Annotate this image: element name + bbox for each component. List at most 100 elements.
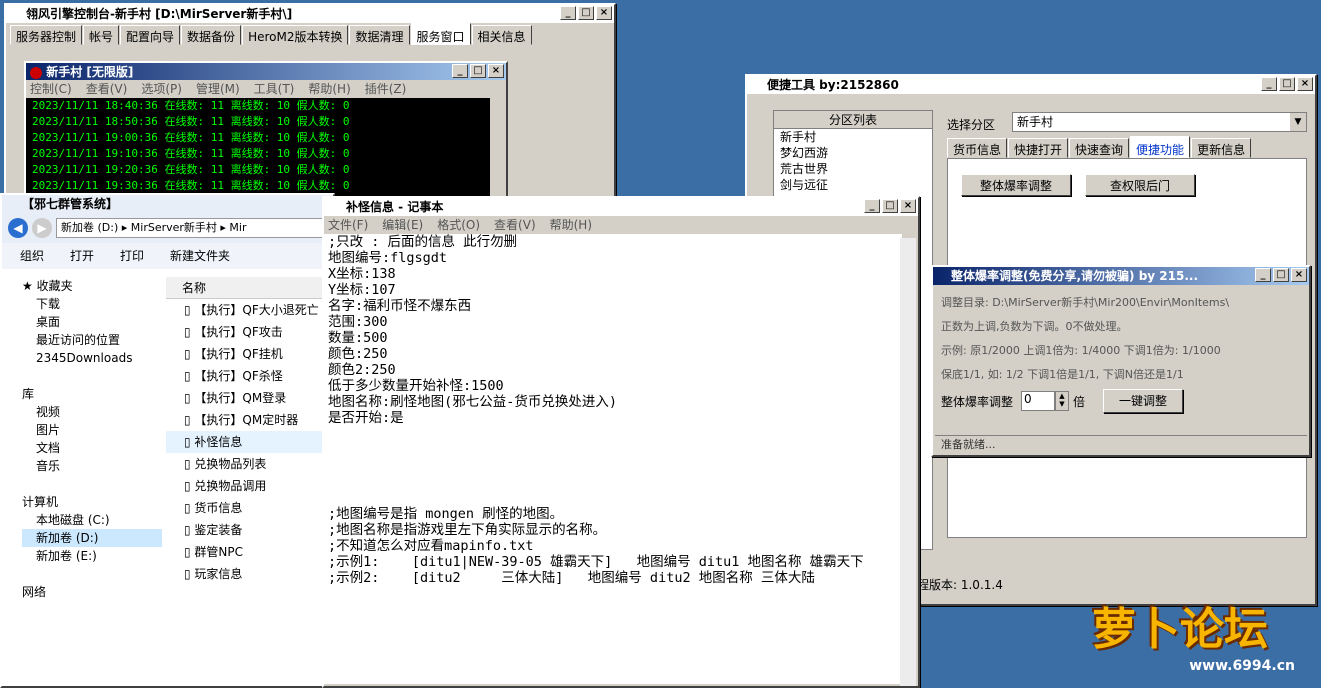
file-item[interactable]: ▯ 鉴定装备 bbox=[166, 519, 333, 541]
menu-item[interactable]: 管理(M) bbox=[196, 80, 240, 98]
nav-drive[interactable]: 新加卷 (E:) bbox=[22, 547, 162, 565]
menu-item[interactable]: 选项(P) bbox=[141, 80, 182, 98]
close-button[interactable]: × bbox=[1297, 77, 1313, 91]
nav-item[interactable]: 下载 bbox=[22, 295, 162, 313]
toolbar-item[interactable]: 打开 bbox=[70, 243, 94, 269]
menu-item[interactable]: 控制(C) bbox=[30, 80, 72, 98]
drop-input[interactable]: 0 bbox=[1021, 391, 1055, 411]
apply-button[interactable]: 一键调整 bbox=[1103, 389, 1183, 413]
menu-item[interactable]: 查看(V) bbox=[86, 80, 128, 98]
file-item[interactable]: ▯ 【执行】QF大小退死亡 bbox=[166, 299, 333, 321]
menu-item[interactable]: 帮助(H) bbox=[550, 216, 592, 234]
nav-item[interactable]: 文档 bbox=[22, 439, 162, 457]
console-tab[interactable]: 服务器控制 bbox=[10, 25, 83, 45]
inner-titlebar[interactable]: 新手村 [无限版] _ □ × bbox=[26, 63, 506, 80]
path-segment[interactable]: 新加卷 (D:) ▸ MirServer新手村 ▸ Mir bbox=[61, 221, 247, 234]
maximize-button[interactable]: □ bbox=[470, 64, 486, 78]
console-tab[interactable]: 数据清理 bbox=[349, 25, 410, 45]
toolbar-item[interactable]: 新建文件夹 bbox=[170, 243, 230, 269]
path-box[interactable]: 新加卷 (D:) ▸ MirServer新手村 ▸ Mir bbox=[56, 218, 327, 238]
minimize-button[interactable]: _ bbox=[1261, 77, 1277, 91]
close-button[interactable]: × bbox=[596, 6, 612, 20]
maximize-button[interactable]: □ bbox=[882, 199, 898, 213]
drop-rate-button[interactable]: 整体爆率调整 bbox=[961, 174, 1071, 196]
file-item[interactable]: ▯ 【执行】QF挂机 bbox=[166, 343, 333, 365]
menu-item[interactable]: 查看(V) bbox=[494, 216, 536, 234]
nav-item[interactable]: 最近访问的位置 bbox=[22, 331, 162, 349]
quick-tab[interactable]: 快速查询 bbox=[1069, 138, 1130, 158]
file-item[interactable]: ▯ 【执行】QF杀怪 bbox=[166, 365, 333, 387]
forward-icon[interactable]: ▶ bbox=[32, 218, 52, 238]
file-item[interactable]: ▯ 【执行】QM登录 bbox=[166, 387, 333, 409]
nav-item[interactable]: 图片 bbox=[22, 421, 162, 439]
notepad-titlebar[interactable]: 补怪信息 - 记事本 _ □ × bbox=[324, 198, 918, 216]
menu-item[interactable]: 文件(F) bbox=[328, 216, 368, 234]
menu-item[interactable]: 插件(Z) bbox=[365, 80, 407, 98]
scrollbar[interactable] bbox=[900, 238, 916, 686]
maximize-button[interactable]: □ bbox=[1279, 77, 1295, 91]
menu-item[interactable]: 编辑(E) bbox=[382, 216, 423, 234]
file-item[interactable]: ▯ 货币信息 bbox=[166, 497, 333, 519]
zone-item[interactable]: 新手村 bbox=[780, 129, 932, 145]
zone-item[interactable]: 剑与远征 bbox=[780, 177, 932, 193]
close-button[interactable]: × bbox=[488, 64, 504, 78]
toolbar-item[interactable]: 组织 bbox=[20, 243, 44, 269]
check-backdoor-button[interactable]: 查权限后门 bbox=[1085, 174, 1195, 196]
maximize-button[interactable]: □ bbox=[578, 6, 594, 20]
close-button[interactable]: × bbox=[900, 199, 916, 213]
nav-item[interactable]: 桌面 bbox=[22, 313, 162, 331]
minimize-button[interactable]: _ bbox=[452, 64, 468, 78]
console-tab[interactable]: 数据备份 bbox=[181, 25, 242, 45]
nav-favorites[interactable]: ★ 收藏夹 bbox=[22, 277, 162, 295]
minimize-button[interactable]: _ bbox=[1255, 268, 1271, 282]
nav-item[interactable]: 音乐 bbox=[22, 457, 162, 475]
inner-window: 新手村 [无限版] _ □ × 控制(C) 查看(V) 选项(P) 管理(M) 工具(T) 帮… bbox=[24, 61, 508, 201]
file-item[interactable]: ▯ 群管NPC bbox=[166, 541, 333, 563]
back-icon[interactable]: ◀ bbox=[8, 218, 28, 238]
nav-network[interactable]: 网络 bbox=[22, 583, 162, 601]
text-area[interactable]: ;只改 : 后面的信息 此行勿删 地图编号:flgsgdt X坐标:138 Y坐标:1… bbox=[324, 234, 902, 684]
console-tab[interactable]: 相关信息 bbox=[471, 25, 532, 45]
zone-item[interactable]: 荒古世界 bbox=[780, 161, 932, 177]
nav-drive[interactable]: 本地磁盘 (C:) bbox=[22, 511, 162, 529]
quick-tab[interactable]: 快捷打开 bbox=[1008, 138, 1069, 158]
drop-titlebar[interactable]: 整体爆率调整(免费分享,请勿被骗) by 215... _ □ × bbox=[933, 267, 1309, 285]
explorer-titlebar[interactable]: 【邪七群管系统】 bbox=[2, 195, 333, 213]
menu-item[interactable]: 工具(T) bbox=[254, 80, 295, 98]
nav-drive[interactable]: 新加卷 (D:) bbox=[22, 529, 162, 547]
file-item[interactable]: ▯ 补怪信息 bbox=[166, 431, 333, 453]
file-item[interactable]: ▯ 玩家信息 bbox=[166, 563, 333, 585]
spinner[interactable]: ▲ ▼ bbox=[1055, 391, 1069, 411]
zone-item[interactable]: 梦幻西游 bbox=[780, 145, 932, 161]
minimize-button[interactable]: _ bbox=[864, 199, 880, 213]
column-header-name[interactable]: 名称 bbox=[166, 277, 333, 299]
maximize-button[interactable]: □ bbox=[1273, 268, 1289, 282]
toolbar-item[interactable]: 打印 bbox=[120, 243, 144, 269]
file-item[interactable]: ▯ 兑换物品列表 bbox=[166, 453, 333, 475]
minimize-button[interactable]: _ bbox=[560, 6, 576, 20]
zone-select[interactable]: 新手村 ▼ bbox=[1012, 112, 1307, 132]
file-item[interactable]: ▯ 【执行】QM定时器 bbox=[166, 409, 333, 431]
console-tab[interactable]: 服务窗口 bbox=[410, 23, 471, 45]
console-tab[interactable]: 配置向导 bbox=[120, 25, 181, 45]
close-button[interactable]: × bbox=[1291, 268, 1307, 282]
menu-item[interactable]: 帮助(H) bbox=[308, 80, 350, 98]
nav-item[interactable]: 视频 bbox=[22, 403, 162, 421]
quick-tab[interactable]: 便捷功能 bbox=[1130, 136, 1191, 158]
nav-library[interactable]: 库 bbox=[22, 385, 162, 403]
file-item[interactable]: ▯ 兑换物品调用 bbox=[166, 475, 333, 497]
file-item[interactable]: ▯ 【执行】QF攻击 bbox=[166, 321, 333, 343]
quick-tab[interactable]: 更新信息 bbox=[1191, 138, 1252, 158]
console-tab[interactable]: 帐号 bbox=[83, 25, 120, 45]
log-line: 2023/11/11 19:10:36 在线数: 11 离线数: 10 假人数:… bbox=[32, 147, 350, 160]
chevron-down-icon[interactable]: ▼ bbox=[1290, 113, 1306, 131]
nav-computer[interactable]: 计算机 bbox=[22, 493, 162, 511]
drop-dir: 调整目录: D:\MirServer新手村\Mir200\Envir\MonIt… bbox=[941, 296, 1230, 309]
quick-titlebar[interactable]: 便捷工具 by:2152860 _ □ × bbox=[747, 76, 1315, 94]
quick-tab[interactable]: 货币信息 bbox=[947, 138, 1008, 158]
notepad-menubar: 文件(F) 编辑(E) 格式(O) 查看(V) 帮助(H) bbox=[324, 216, 918, 234]
nav-item[interactable]: 2345Downloads bbox=[22, 349, 162, 367]
menu-item[interactable]: 格式(O) bbox=[437, 216, 480, 234]
console-titlebar[interactable]: 翎风引擎控制台-新手村 [D:\MirServer新手村\] _ □ × bbox=[6, 5, 614, 23]
console-tab[interactable]: HeroM2版本转换 bbox=[242, 25, 349, 45]
